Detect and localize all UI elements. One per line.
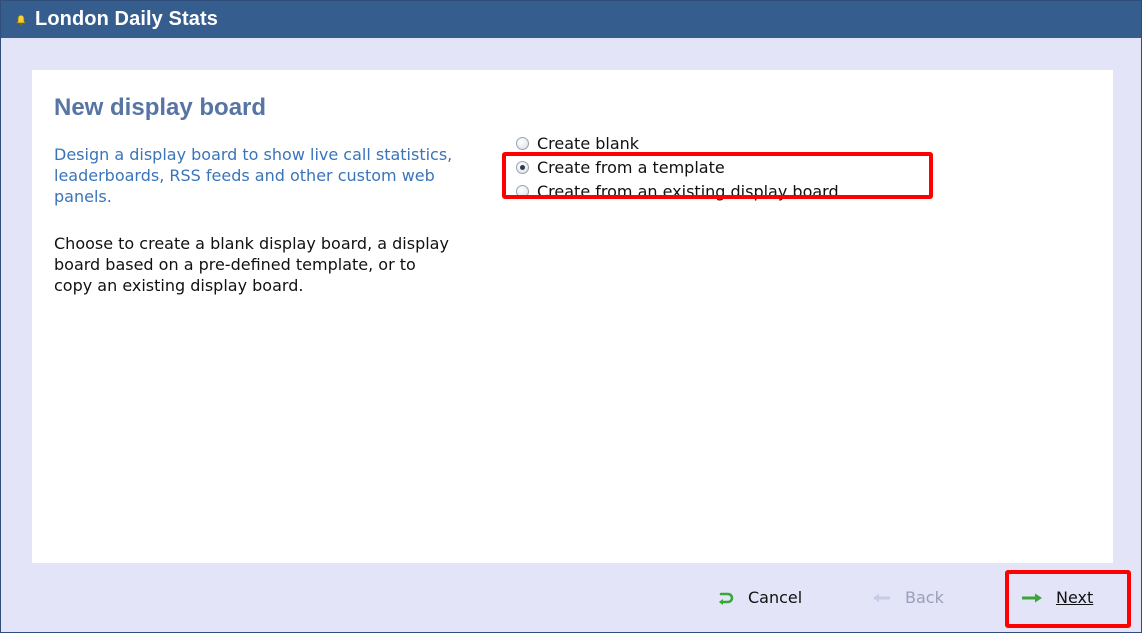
- undo-arrow-icon: [718, 591, 734, 605]
- highlight-box-template-option: [502, 152, 933, 199]
- page-title: New display board: [54, 94, 267, 121]
- title-bar: London Daily Stats: [1, 1, 1141, 38]
- page-description: Design a display board to show live call…: [54, 145, 453, 206]
- bell-icon: [15, 14, 27, 26]
- radio-create-blank[interactable]: [516, 136, 529, 150]
- arrow-left-icon: [873, 593, 891, 603]
- option-label: Create blank: [537, 133, 640, 153]
- content-panel: New display board Design a display board…: [32, 70, 1113, 563]
- window-title: London Daily Stats: [35, 8, 218, 30]
- page-instructions: Choose to create a blank display board, …: [54, 234, 449, 295]
- cancel-label: Cancel: [748, 588, 803, 607]
- highlight-box-next-button: [1005, 570, 1131, 628]
- wizard-window: London Daily Stats New display board Des…: [0, 0, 1142, 633]
- cancel-button[interactable]: Cancel: [718, 588, 802, 607]
- back-label: Back: [905, 588, 944, 607]
- back-button[interactable]: Back: [873, 588, 944, 607]
